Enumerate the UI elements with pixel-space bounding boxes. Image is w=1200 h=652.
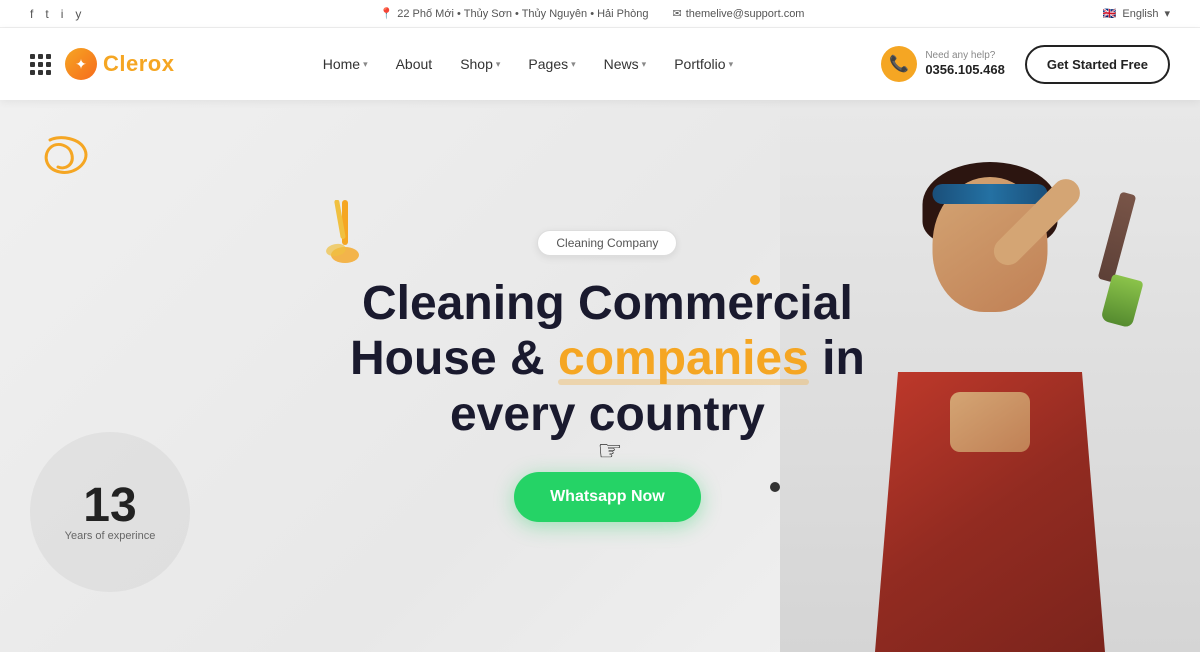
grid-menu-icon[interactable] — [30, 54, 51, 75]
nav-item-shop[interactable]: Shop ▾ — [460, 56, 500, 72]
logo[interactable]: Clerox — [65, 48, 174, 80]
nav-link-portfolio[interactable]: Portfolio ▾ — [674, 56, 733, 72]
cursor-icon: ☞ — [597, 434, 622, 467]
youtube-icon[interactable]: y — [75, 7, 81, 21]
nav-link-pages[interactable]: Pages ▾ — [528, 56, 575, 72]
hero-title-line2-after: in — [809, 332, 865, 385]
years-experience-badge: 13 Years of experince — [30, 432, 190, 592]
chevron-down-icon: ▾ — [1164, 7, 1170, 20]
location-icon: 📍 — [380, 7, 394, 20]
nav-item-about[interactable]: About — [396, 56, 433, 72]
hero-title-line3: every country — [450, 388, 765, 441]
twitter-icon[interactable]: t — [45, 7, 48, 21]
chevron-down-icon: ▾ — [571, 59, 576, 70]
social-links[interactable]: f t i y — [30, 7, 81, 21]
hero-section: 13 Years of experince Cleaning Company C… — [0, 100, 1200, 652]
hero-content: Cleaning Company Cleaning Commercial Hou… — [350, 230, 865, 522]
chevron-down-icon: ▾ — [496, 59, 501, 70]
navbar-left: Clerox — [30, 48, 174, 80]
nav-link-home[interactable]: Home ▾ — [323, 56, 368, 72]
whatsapp-button[interactable]: Whatsapp Now — [514, 472, 701, 522]
logo-text-clerox: Clerox — [103, 51, 174, 76]
hero-badge: Cleaning Company — [537, 230, 677, 256]
language-text: English — [1122, 8, 1158, 20]
chevron-down-icon: ▾ — [363, 59, 368, 70]
hero-title-line2-before: House & — [350, 332, 558, 385]
phone-icon: 📞 — [881, 46, 917, 82]
email-text: themelive@support.com — [686, 8, 805, 20]
yellow-swirl-decoration — [40, 130, 120, 190]
hero-title: Cleaning Commercial House & companies in… — [350, 276, 865, 442]
instagram-icon[interactable]: i — [61, 7, 64, 21]
flag-icon: 🇬🇧 — [1103, 7, 1117, 20]
nav-link-news[interactable]: News ▾ — [604, 56, 647, 72]
nav-link-about[interactable]: About — [396, 56, 433, 72]
nav-item-pages[interactable]: Pages ▾ — [528, 56, 575, 72]
nav-menu: Home ▾ About Shop ▾ Pages ▾ News ▾ — [323, 56, 733, 72]
hero-title-highlight: companies — [558, 331, 809, 386]
logo-text: Clerox — [103, 51, 174, 77]
top-bar-info: 📍 22 Phố Mới • Thủy Sơn • Thủy Nguyên • … — [380, 7, 805, 20]
need-help-text: Need any help? — [925, 50, 1005, 62]
nav-link-shop[interactable]: Shop ▾ — [460, 56, 500, 72]
email-info: ✉ themelive@support.com — [672, 7, 804, 20]
years-label: Years of experince — [65, 530, 156, 542]
nav-item-news[interactable]: News ▾ — [604, 56, 647, 72]
get-started-button[interactable]: Get Started Free — [1025, 45, 1170, 84]
hero-title-line1: Cleaning Commercial — [362, 277, 853, 330]
email-icon: ✉ — [672, 7, 681, 20]
facebook-icon[interactable]: f — [30, 7, 33, 21]
address-info: 📍 22 Phố Mới • Thủy Sơn • Thủy Nguyên • … — [380, 7, 649, 20]
chevron-down-icon: ▾ — [729, 59, 734, 70]
years-number: 13 — [83, 482, 136, 530]
phone-info: Need any help? 0356.105.468 — [925, 50, 1005, 78]
address-text: 22 Phố Mới • Thủy Sơn • Thủy Nguyên • Hả… — [397, 8, 648, 20]
navbar-right: 📞 Need any help? 0356.105.468 Get Starte… — [881, 45, 1170, 84]
language-selector[interactable]: 🇬🇧 English ▾ — [1103, 7, 1170, 20]
top-bar: f t i y 📍 22 Phố Mới • Thủy Sơn • Thủy N… — [0, 0, 1200, 28]
nav-item-home[interactable]: Home ▾ — [323, 56, 368, 72]
logo-icon — [65, 48, 97, 80]
phone-number: 0356.105.468 — [925, 62, 1005, 78]
navbar: Clerox Home ▾ About Shop ▾ Pages ▾ — [0, 28, 1200, 100]
phone-block: 📞 Need any help? 0356.105.468 — [881, 46, 1005, 82]
chevron-down-icon: ▾ — [642, 59, 647, 70]
nav-item-portfolio[interactable]: Portfolio ▾ — [674, 56, 733, 72]
